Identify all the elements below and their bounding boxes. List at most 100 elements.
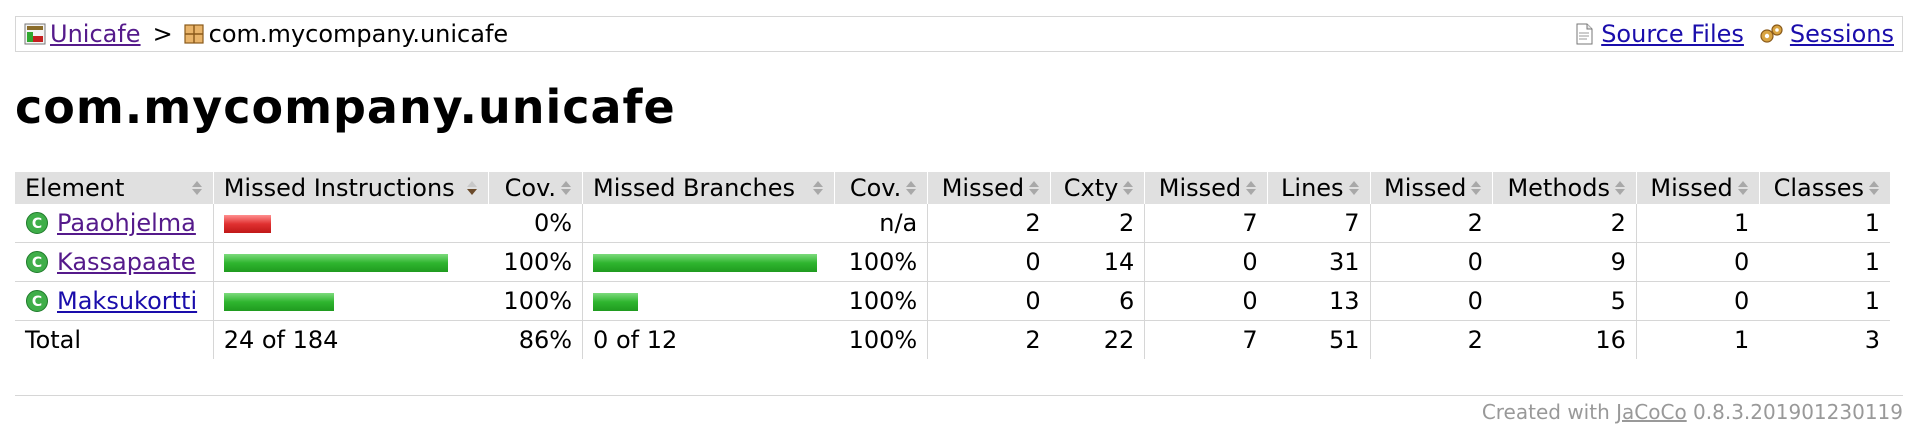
instructions-coverage: 0% — [488, 204, 583, 243]
header-instructions-coverage[interactable]: Cov. — [488, 172, 583, 204]
lines: 13 — [1329, 287, 1360, 315]
class-link-kassapaate[interactable]: Kassapaate — [57, 248, 196, 276]
complexity-missed: 0 — [927, 281, 1051, 321]
table-header-row: Element Missed Instructions Cov. Missed … — [15, 172, 1890, 204]
branches-bar-cell — [582, 281, 835, 321]
classes-missed: 0 — [1635, 242, 1760, 282]
footer-divider — [15, 395, 1903, 396]
branches-bar-cell — [582, 242, 835, 282]
sort-descending-icon — [466, 180, 478, 196]
lines-missed: 7 — [1144, 204, 1268, 243]
branches-coverage: 100% — [848, 287, 918, 315]
branches-coverage: n/a — [834, 204, 928, 243]
jacoco-link[interactable]: JaCoCo — [1616, 400, 1687, 424]
total-missed-instructions: 24 of 184 — [212, 320, 489, 359]
total-label: Total — [15, 320, 214, 359]
sort-icon — [1028, 180, 1040, 196]
breadcrumb-package: com.mycompany.unicafe — [208, 20, 509, 48]
header-classes-missed[interactable]: Missed — [1635, 172, 1760, 204]
total-classes-missed: 1 — [1635, 320, 1760, 359]
header-missed-branches[interactable]: Missed Branches — [582, 172, 835, 204]
complexity-missed: 2 — [927, 204, 1051, 243]
complexity: 6 — [1119, 287, 1135, 315]
breadcrumb-right: Source Files Sessions — [1559, 20, 1894, 48]
total-lines: 51 — [1267, 320, 1371, 359]
instructions-bar-cell — [212, 242, 489, 282]
report-icon — [24, 23, 46, 45]
class-link-maksukortti[interactable]: Maksukortti — [57, 287, 197, 315]
class-icon: C — [26, 212, 48, 234]
sort-icon — [812, 180, 824, 196]
lines: 7 — [1267, 204, 1371, 243]
sort-icon — [1348, 180, 1360, 196]
header-lines[interactable]: Lines — [1267, 172, 1371, 204]
footer-prefix: Created with — [1481, 400, 1610, 424]
instructions-bar — [223, 215, 271, 233]
methods-missed: 0 — [1369, 281, 1493, 321]
sort-icon — [1614, 180, 1626, 196]
complexity-missed: 0 — [927, 242, 1051, 282]
class-link-paaohjelma[interactable]: Paaohjelma — [57, 209, 196, 237]
methods: 5 — [1610, 287, 1626, 315]
lines-missed: 0 — [1144, 281, 1268, 321]
total-row: Total 24 of 184 86% 0 of 12 100% 2 22 7 … — [15, 320, 1890, 359]
package-icon — [184, 24, 204, 44]
sessions-icon — [1760, 24, 1783, 43]
footer: Created with JaCoCo 0.8.3.201901230119 — [1482, 400, 1903, 424]
lines: 31 — [1267, 242, 1371, 282]
total-lines-missed: 7 — [1144, 320, 1268, 359]
class-icon: C — [26, 290, 48, 312]
methods-missed: 0 — [1369, 242, 1493, 282]
coverage-table: Element Missed Instructions Cov. Missed … — [15, 172, 1890, 359]
report-link[interactable]: Unicafe — [50, 20, 141, 48]
instructions-coverage: 100% — [503, 287, 573, 315]
header-lines-missed[interactable]: Missed — [1144, 172, 1268, 204]
classes: 1 — [1759, 204, 1890, 243]
svg-text:C: C — [32, 216, 42, 232]
header-methods-missed[interactable]: Missed — [1369, 172, 1493, 204]
breadcrumb: Unicafe > com.mycompany.unicafe Source F… — [15, 16, 1903, 52]
complexity: 2 — [1050, 204, 1145, 243]
sessions-link[interactable]: Sessions — [1790, 20, 1894, 48]
sort-icon — [191, 180, 203, 196]
element-cell: C Paaohjelma — [15, 204, 214, 243]
total-classes: 3 — [1759, 320, 1890, 359]
sort-icon — [905, 180, 917, 196]
sort-icon — [1470, 180, 1482, 196]
methods: 9 — [1492, 242, 1637, 282]
source-files-link[interactable]: Source Files — [1601, 20, 1744, 48]
header-missed-instructions[interactable]: Missed Instructions — [212, 172, 489, 204]
page-title: com.mycompany.unicafe — [15, 80, 676, 134]
header-element[interactable]: Element — [15, 172, 214, 204]
svg-text:C: C — [32, 294, 42, 310]
instructions-bar-cell — [212, 281, 489, 321]
lines-missed: 0 — [1144, 242, 1268, 282]
header-complexity[interactable]: Cxty — [1050, 172, 1145, 204]
total-methods-missed: 2 — [1369, 320, 1493, 359]
element-cell: C Maksukortti — [15, 282, 213, 321]
total-missed-branches: 0 of 12 — [582, 320, 835, 359]
sort-icon — [1122, 180, 1134, 196]
total-complexity-missed: 2 — [927, 320, 1051, 359]
header-complexity-missed[interactable]: Missed — [927, 172, 1051, 204]
svg-text:C: C — [32, 255, 42, 271]
total-complexity: 22 — [1050, 320, 1145, 359]
classes-missed: 1 — [1635, 204, 1760, 243]
header-classes[interactable]: Classes — [1758, 172, 1890, 204]
total-branches-coverage: 100% — [834, 320, 928, 359]
total-instructions-coverage: 86% — [488, 320, 583, 359]
total-methods: 16 — [1492, 320, 1637, 359]
table-row: C Maksukortti 100% 100% 0 6 0 13 0 5 0 1 — [15, 281, 1890, 321]
element-cell: C Kassapaate — [15, 242, 214, 282]
header-branches-coverage[interactable]: Cov. — [833, 172, 928, 204]
classes: 1 — [1759, 242, 1890, 282]
branches-bar — [593, 254, 818, 272]
footer-version: 0.8.3.201901230119 — [1693, 400, 1903, 424]
branches-bar — [593, 293, 639, 311]
header-methods[interactable]: Methods — [1492, 172, 1637, 204]
methods: 2 — [1492, 204, 1637, 243]
instructions-bar — [223, 293, 334, 311]
complexity: 14 — [1050, 242, 1145, 282]
branches-bar-cell — [582, 204, 835, 243]
breadcrumb-left: Unicafe > com.mycompany.unicafe — [24, 20, 508, 48]
